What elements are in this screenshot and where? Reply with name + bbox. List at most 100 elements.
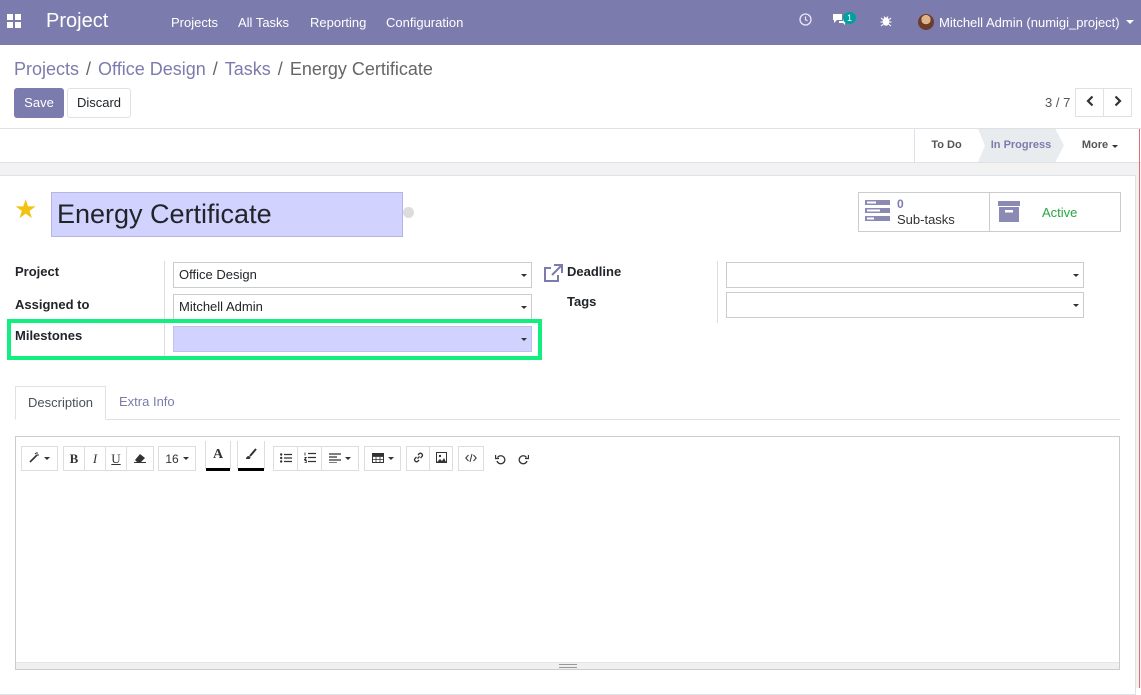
menu-projects[interactable]: Projects	[171, 15, 218, 30]
image-button[interactable]	[429, 446, 453, 471]
chevron-right-icon	[1113, 95, 1123, 110]
magic-wand-icon	[29, 451, 40, 466]
ordered-list-button[interactable]	[297, 446, 322, 471]
resize-grip-icon[interactable]	[559, 664, 577, 668]
background-color-swatch	[238, 468, 264, 471]
user-menu[interactable]: Mitchell Admin (numigi_project)	[939, 15, 1120, 30]
save-button[interactable]: Save	[14, 88, 64, 118]
pager-previous-button[interactable]	[1075, 88, 1104, 117]
assigned-to-value: Mitchell Admin	[179, 299, 263, 314]
tasks-icon	[865, 200, 890, 225]
breadcrumb-tasks[interactable]: Tasks	[225, 59, 271, 79]
app-brand[interactable]: Project	[46, 10, 108, 33]
menu-reporting[interactable]: Reporting	[310, 15, 366, 30]
font-color-icon: A	[212, 447, 224, 462]
breadcrumb-projects[interactable]: Projects	[14, 59, 79, 79]
image-icon	[435, 451, 447, 466]
code-icon	[465, 452, 477, 466]
caret-down-icon	[521, 274, 527, 277]
subtasks-count: 0	[897, 197, 904, 211]
stage-in-progress[interactable]: In Progress	[978, 129, 1064, 162]
description-editor[interactable]	[15, 436, 1120, 670]
apps-menu-icon[interactable]	[7, 14, 21, 28]
caret-down-icon	[1073, 274, 1079, 277]
pager-value[interactable]: 3 / 7	[1045, 95, 1070, 110]
user-avatar[interactable]	[918, 14, 934, 30]
redo-icon[interactable]	[518, 453, 530, 468]
font-size-dropdown[interactable]: 16	[158, 446, 196, 471]
list-ol-icon	[302, 452, 316, 466]
active-toggle-button[interactable]: Active	[989, 192, 1121, 232]
kanban-state-indicator[interactable]	[403, 207, 414, 218]
breadcrumb: Projects / Office Design / Tasks / Energy Cert…	[14, 59, 433, 80]
archive-icon	[998, 201, 1020, 226]
font-color-button[interactable]: A	[205, 441, 231, 471]
caret-down-icon[interactable]	[1126, 20, 1134, 24]
font-color-swatch	[206, 468, 230, 471]
menu-configuration[interactable]: Configuration	[386, 15, 463, 30]
list-ul-icon	[279, 452, 292, 466]
caret-down-icon	[1073, 304, 1079, 307]
chevron-left-icon	[1085, 95, 1095, 110]
paragraph-align-dropdown[interactable]	[321, 446, 359, 471]
breadcrumb-separator: /	[277, 59, 283, 79]
table-dropdown[interactable]	[364, 446, 401, 471]
background-color-button[interactable]	[237, 441, 265, 471]
link-icon	[413, 452, 424, 466]
link-button[interactable]	[406, 446, 430, 471]
chatter-border	[1139, 129, 1140, 688]
paint-brush-icon	[245, 447, 257, 463]
star-icon[interactable]: ★	[14, 196, 37, 222]
unordered-list-button[interactable]	[273, 446, 298, 471]
breadcrumb-separator: /	[86, 59, 92, 79]
menu-all-tasks[interactable]: All Tasks	[238, 15, 289, 30]
task-title-input[interactable]: Energy Certificate	[51, 192, 403, 237]
align-left-icon	[329, 452, 341, 466]
italic-button[interactable]: I	[84, 446, 106, 471]
underline-button[interactable]: U	[105, 446, 127, 471]
subtasks-button[interactable]: 0 Sub-tasks	[858, 192, 990, 232]
milestones-highlight	[7, 319, 542, 360]
caret-down-icon	[182, 457, 189, 460]
bug-icon[interactable]	[880, 14, 892, 30]
deadline-label: Deadline	[567, 264, 622, 279]
subtasks-label: Sub-tasks	[897, 212, 955, 227]
deadline-input[interactable]	[726, 262, 1084, 288]
bold-button[interactable]: B	[63, 446, 85, 471]
tab-description[interactable]: Description	[15, 386, 107, 420]
italic-icon: I	[92, 450, 98, 466]
tags-label: Tags	[567, 294, 597, 309]
chat-badge: 1	[843, 12, 857, 24]
clock-icon[interactable]	[799, 13, 812, 29]
breadcrumb-current: Energy Certificate	[289, 59, 433, 79]
project-select[interactable]: Office Design	[173, 262, 532, 288]
code-view-button[interactable]	[458, 446, 484, 471]
caret-down-icon	[1112, 145, 1119, 148]
breadcrumb-office-design[interactable]: Office Design	[98, 59, 206, 79]
more-label: More	[1081, 139, 1109, 151]
font-size-value: 16	[165, 451, 179, 466]
style-dropdown[interactable]	[21, 446, 58, 471]
bold-icon: B	[69, 450, 79, 466]
stage-more-dropdown[interactable]: More	[1070, 129, 1130, 162]
underline-icon: U	[111, 450, 121, 466]
pager-next-button[interactable]	[1103, 88, 1132, 117]
external-link-icon[interactable]	[543, 264, 563, 286]
tab-extra-info[interactable]: Extra Info	[107, 386, 187, 420]
eraser-icon	[134, 452, 146, 466]
stage-todo[interactable]: To Do	[914, 129, 978, 162]
breadcrumb-separator: /	[212, 59, 218, 79]
discard-button[interactable]: Discard	[67, 88, 131, 118]
table-icon	[371, 452, 384, 466]
undo-icon[interactable]	[494, 453, 506, 468]
project-value: Office Design	[179, 267, 257, 282]
caret-down-icon	[521, 306, 527, 309]
tags-input[interactable]	[726, 292, 1084, 318]
clear-format-button[interactable]	[126, 446, 154, 471]
caret-down-icon	[345, 457, 351, 460]
assigned-to-label: Assigned to	[15, 297, 90, 312]
caret-down-icon	[387, 457, 394, 460]
assigned-to-select[interactable]: Mitchell Admin	[173, 294, 532, 320]
caret-down-icon	[44, 457, 50, 460]
active-label: Active	[1042, 205, 1078, 220]
